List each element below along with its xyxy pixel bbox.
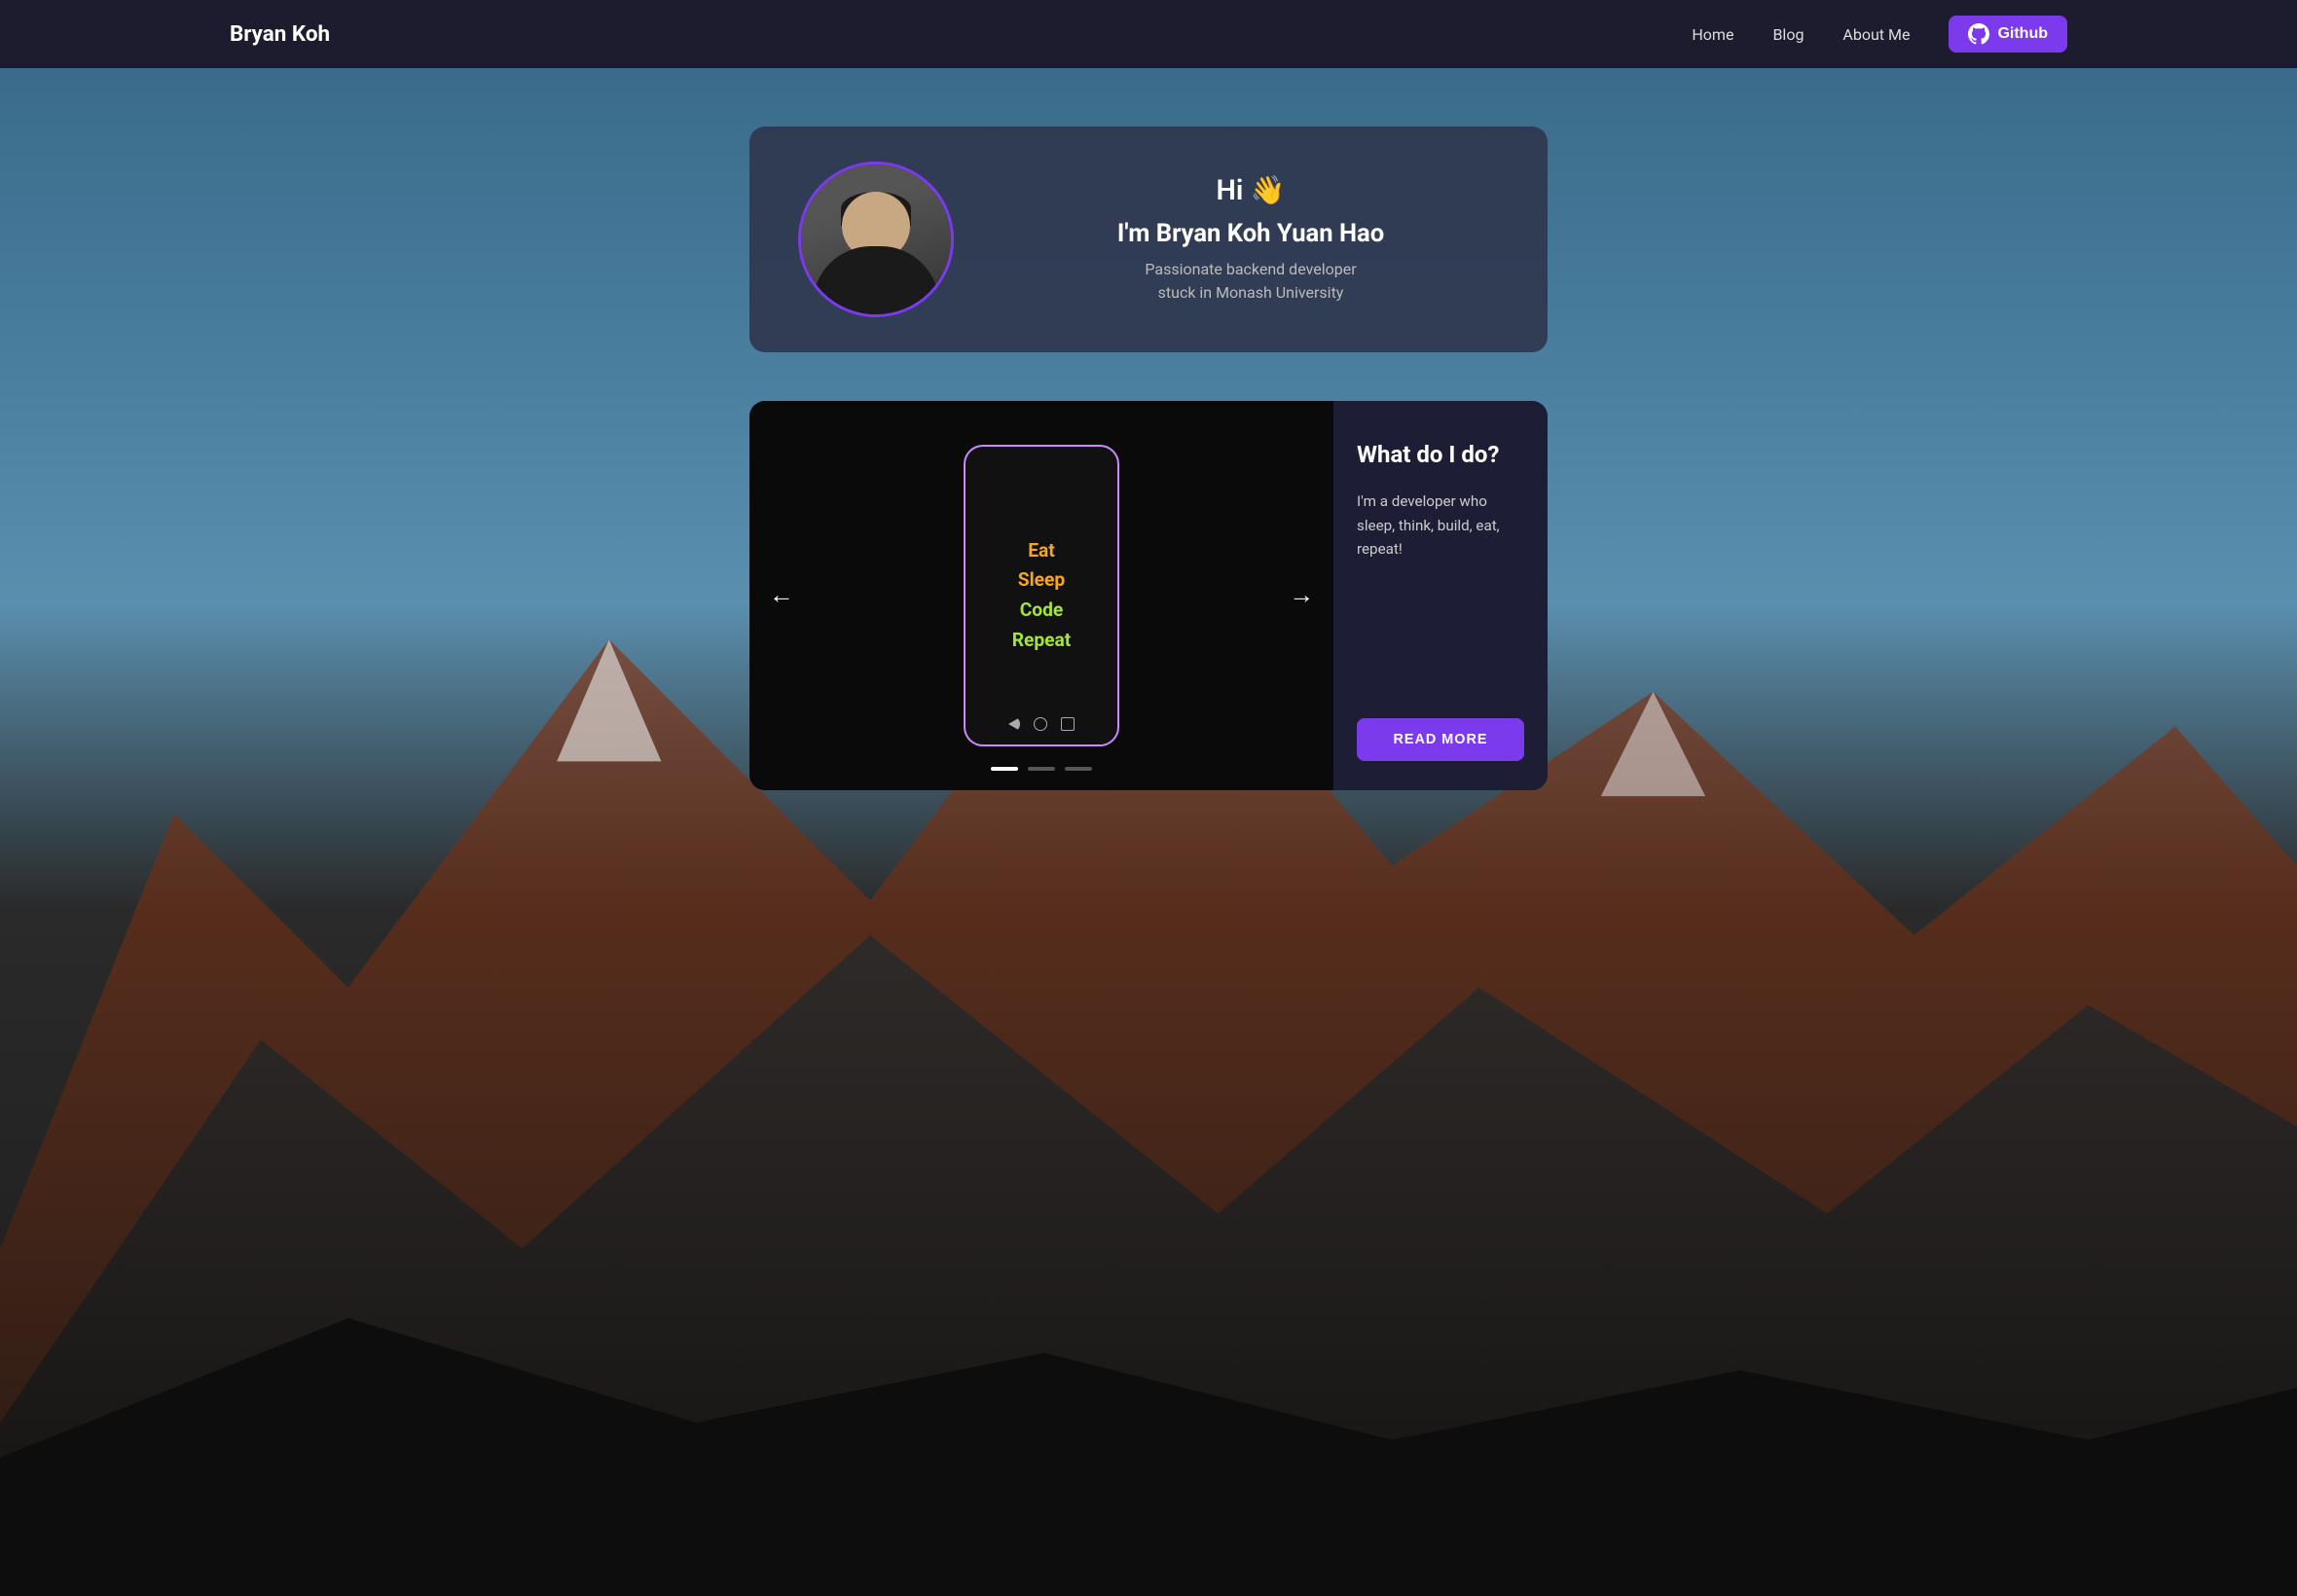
hero-section: Hi 👋 I'm Bryan Koh Yuan Hao Passionate b… <box>0 68 2297 1596</box>
phone-home-btn <box>1034 717 1047 731</box>
info-description: I'm a developer who sleep, think, build,… <box>1357 490 1524 561</box>
phone-mockup: Eat Sleep Code Repeat <box>964 445 1119 746</box>
phone-line-eat: Eat <box>1012 536 1072 566</box>
info-content: What do I do? I'm a developer who sleep,… <box>1357 440 1524 561</box>
carousel-next-button[interactable]: → <box>1279 572 1324 620</box>
avatar <box>798 162 954 317</box>
nav-links: Home Blog About Me Github <box>1692 16 2067 53</box>
navbar: Bryan Koh Home Blog About Me Github <box>0 0 2297 68</box>
name-heading: I'm Bryan Koh Yuan Hao <box>1003 219 1499 248</box>
phone-recents-btn <box>1061 717 1075 731</box>
phone-back-btn <box>1008 717 1020 731</box>
intro-text: Hi 👋 I'm Bryan Koh Yuan Hao Passionate b… <box>1003 174 1499 305</box>
carousel-image-area: Eat Sleep Code Repeat <box>749 401 1333 790</box>
phone-screen-text: Eat Sleep Code Repeat <box>1012 536 1072 656</box>
nav-link-home[interactable]: Home <box>1692 25 1733 44</box>
subtitle: Passionate backend developer stuck in Mo… <box>1003 258 1499 305</box>
avatar-body <box>813 246 939 314</box>
greeting: Hi 👋 <box>1003 174 1499 207</box>
subtitle-line1: Passionate backend developer <box>1145 260 1356 278</box>
github-label: Github <box>1997 25 2048 43</box>
phone-bottom-bar <box>1008 717 1075 731</box>
subtitle-line2: stuck in Monash University <box>1158 283 1344 302</box>
carousel: ← Eat Sleep Code Repeat → <box>749 401 1333 790</box>
avatar-image <box>801 164 951 314</box>
nav-link-blog[interactable]: Blog <box>1772 25 1804 44</box>
info-panel: What do I do? I'm a developer who sleep,… <box>1333 401 1548 790</box>
carousel-prev-button[interactable]: ← <box>759 572 804 620</box>
phone-line-repeat: Repeat <box>1012 626 1072 656</box>
info-title: What do I do? <box>1357 440 1524 470</box>
read-more-button[interactable]: READ MORE <box>1357 718 1524 761</box>
nav-link-about[interactable]: About Me <box>1842 25 1910 44</box>
phone-line-code: Code <box>1012 596 1072 626</box>
carousel-dot-1[interactable] <box>991 767 1018 771</box>
intro-card: Hi 👋 I'm Bryan Koh Yuan Hao Passionate b… <box>749 127 1548 352</box>
carousel-dot-2[interactable] <box>1028 767 1055 771</box>
site-brand: Bryan Koh <box>230 21 330 47</box>
phone-line-sleep: Sleep <box>1012 565 1072 596</box>
bottom-section: ← Eat Sleep Code Repeat → <box>749 401 1548 790</box>
github-icon <box>1968 23 1989 45</box>
github-button[interactable]: Github <box>1949 16 2067 53</box>
carousel-dot-3[interactable] <box>1065 767 1092 771</box>
carousel-dots <box>991 767 1092 771</box>
